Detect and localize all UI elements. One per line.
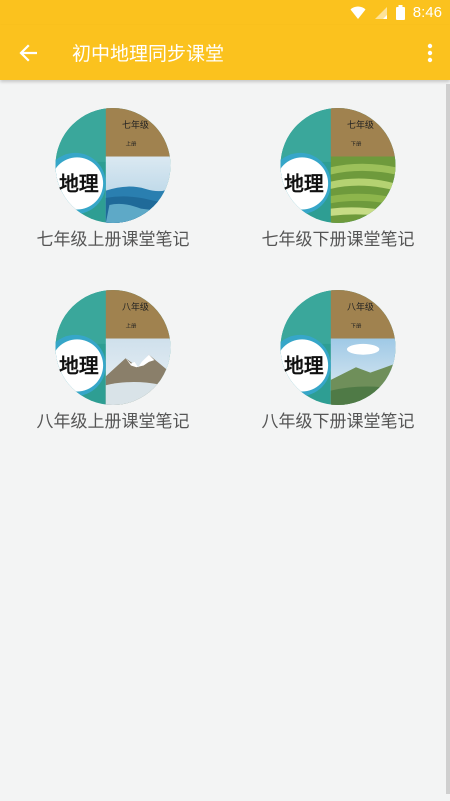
book-label: 七年级上册课堂笔记: [36, 230, 190, 250]
wifi-icon: [350, 6, 366, 20]
book-card[interactable]: 八年级 下册 地理 八年级下册课堂笔记: [233, 262, 443, 432]
cover-volume: 上册: [126, 322, 137, 330]
book-cover: 八年级 下册 地理: [280, 290, 396, 405]
back-button[interactable]: [0, 25, 56, 80]
book-cover: 八年级 上册 地理: [55, 290, 171, 405]
cover-subject: 地理: [284, 354, 324, 378]
cover-volume: 下册: [351, 323, 362, 330]
book-card[interactable]: 七年级 上册 地理 七年级上册课堂笔记: [8, 80, 218, 250]
cover-grade: 八年级: [347, 301, 374, 313]
book-card[interactable]: 七年级 下册 地理 七年级下册课堂笔记: [233, 80, 443, 250]
cover-volume: 上册: [126, 140, 137, 148]
arrow-left-icon: [19, 43, 37, 62]
cover-subject: 地理: [59, 172, 99, 196]
scrollbar[interactable]: [446, 84, 450, 794]
status-time: 8:46: [412, 4, 442, 21]
cover-grade: 八年级: [122, 301, 149, 313]
book-label: 七年级下册课堂笔记: [261, 230, 415, 250]
book-label: 八年级上册课堂笔记: [36, 412, 190, 432]
more-options-button[interactable]: [410, 25, 450, 80]
status-bar: 8:46: [0, 0, 450, 25]
more-vert-icon: [427, 43, 433, 62]
cover-subject: 地理: [59, 354, 99, 378]
cover-subject: 地理: [284, 172, 324, 196]
page-title: 初中地理同步课堂: [72, 43, 225, 65]
signal-icon: [374, 6, 388, 20]
app-bar: 初中地理同步课堂: [0, 25, 450, 80]
book-cover: 七年级 上册 地理: [55, 108, 171, 223]
book-cover: 七年级 下册 地理: [280, 108, 396, 223]
battery-icon: [395, 5, 405, 20]
cover-grade: 七年级: [122, 119, 149, 131]
book-label: 八年级下册课堂笔记: [261, 412, 415, 432]
book-card[interactable]: 八年级 上册 地理 八年级上册课堂笔记: [8, 262, 218, 432]
cover-volume: 下册: [351, 141, 362, 148]
cover-grade: 七年级: [347, 119, 374, 131]
